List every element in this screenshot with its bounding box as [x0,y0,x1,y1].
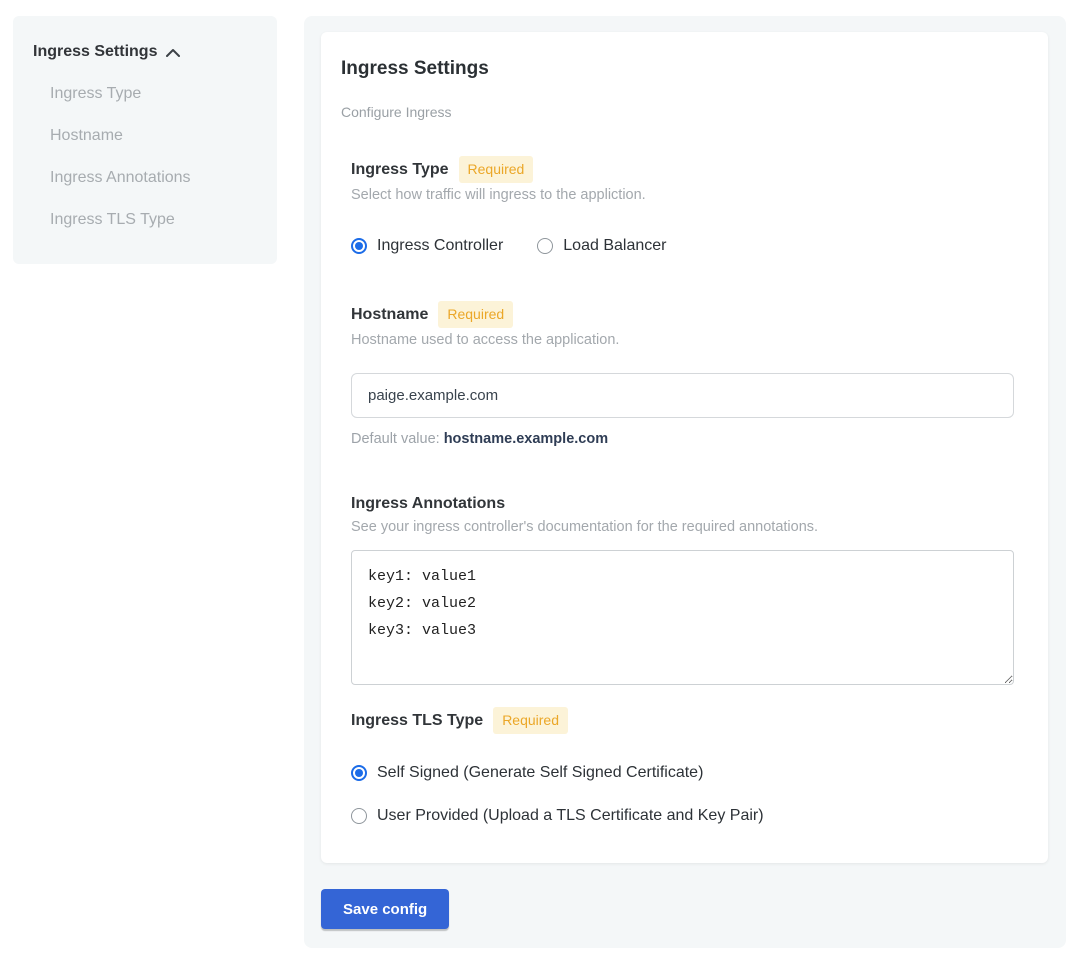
sidebar-item-ingress-annotations[interactable]: Ingress Annotations [50,169,261,187]
radio-user-provided[interactable] [351,808,367,824]
page-title: Ingress Settings [341,58,1016,80]
required-badge: Required [438,301,513,328]
config-sections: Ingress Type Required Select how traffic… [351,156,1016,825]
radio-load-balancer[interactable] [537,238,553,254]
help-text-ingress-annotations: See your ingress controller's documentat… [351,519,1016,536]
chevron-up-icon [166,48,180,58]
config-panel: Ingress Settings Configure Ingress Ingre… [304,16,1066,948]
sidebar-item-ingress-tls-type[interactable]: Ingress TLS Type [50,211,261,229]
radio-option-self-signed[interactable]: Self Signed (Generate Self Signed Certif… [351,764,1016,782]
radio-label: Load Balancer [563,237,666,255]
config-nav-sidebar: Ingress Settings Ingress Type Hostname I… [13,16,277,264]
hostname-input[interactable] [351,373,1014,418]
help-text-ingress-type: Select how traffic will ingress to the a… [351,187,1016,204]
ingress-annotations-textarea[interactable]: key1: value1 key2: value2 key3: value3 [351,550,1014,685]
default-value-prefix: Default value: [351,431,444,447]
section-title-ingress-tls-type: Ingress TLS Type Required [351,707,1016,734]
required-badge: Required [493,707,568,734]
section-title-hostname: Hostname Required [351,301,1016,328]
sidebar-item-hostname[interactable]: Hostname [50,127,261,145]
section-title-ingress-type: Ingress Type Required [351,156,1016,183]
radio-label: User Provided (Upload a TLS Certificate … [377,807,764,825]
section-label: Hostname [351,304,428,326]
page-subtitle: Configure Ingress [341,104,1016,120]
radio-option-ingress-controller[interactable]: Ingress Controller [351,237,503,255]
sidebar-group-ingress-settings[interactable]: Ingress Settings [33,43,261,61]
help-text-hostname: Hostname used to access the application. [351,332,1016,349]
sidebar-group-label: Ingress Settings [33,43,157,61]
section-ingress-tls-type: Ingress TLS Type Required Self Signed (G… [351,707,1016,825]
section-label: Ingress Annotations [351,493,505,515]
radio-label: Ingress Controller [377,237,503,255]
sidebar-item-ingress-type[interactable]: Ingress Type [50,85,261,103]
section-label: Ingress Type [351,159,449,181]
section-title-ingress-annotations: Ingress Annotations [351,493,1016,515]
required-badge: Required [459,156,534,183]
tls-type-radio-group: Self Signed (Generate Self Signed Certif… [351,764,1016,825]
section-ingress-annotations: Ingress Annotations See your ingress con… [351,493,1016,685]
default-value-text: hostname.example.com [444,431,608,447]
radio-option-load-balancer[interactable]: Load Balancer [537,237,666,255]
hostname-default-value: Default value: hostname.example.com [351,431,1016,447]
save-config-button[interactable]: Save config [321,889,449,929]
section-ingress-type: Ingress Type Required Select how traffic… [351,156,1016,255]
ingress-type-radio-group: Ingress Controller Load Balancer [351,237,1016,255]
section-label: Ingress TLS Type [351,710,483,732]
radio-ingress-controller[interactable] [351,238,367,254]
radio-option-user-provided[interactable]: User Provided (Upload a TLS Certificate … [351,807,1016,825]
radio-self-signed[interactable] [351,765,367,781]
section-hostname: Hostname Required Hostname used to acces… [351,301,1016,447]
radio-label: Self Signed (Generate Self Signed Certif… [377,764,703,782]
ingress-settings-card: Ingress Settings Configure Ingress Ingre… [321,32,1048,863]
